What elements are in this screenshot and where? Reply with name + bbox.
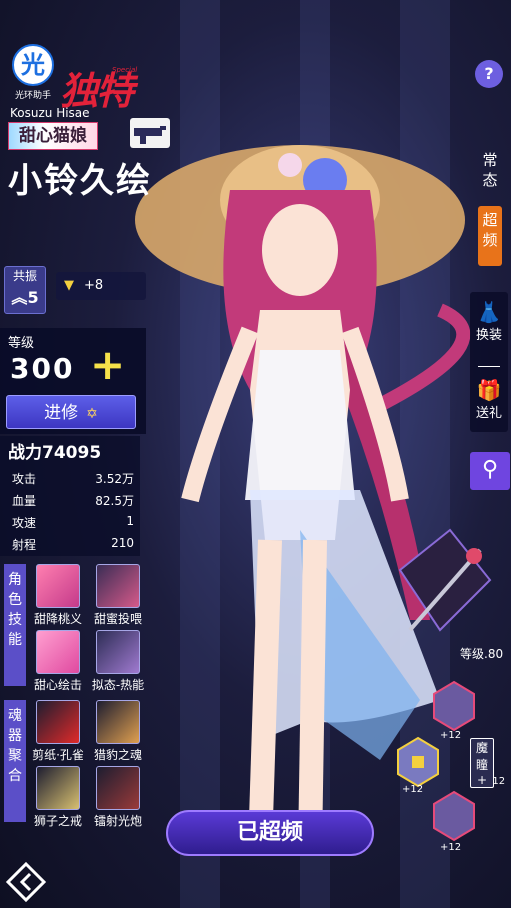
super-frequency-button[interactable]: 已超频	[166, 810, 374, 856]
skill-icon-1[interactable]	[36, 564, 80, 608]
gift-button[interactable]: 🎁 送礼	[470, 378, 508, 421]
skill-label: 拟态-热能	[91, 678, 145, 692]
stat-row: 攻击 3.52万	[12, 470, 134, 487]
search-button[interactable]: ⚲	[470, 452, 510, 490]
soul-icon-2[interactable]	[96, 700, 140, 744]
level-value: 300	[10, 352, 75, 385]
resonance-label: 共振	[12, 269, 37, 283]
soul-label: 剪纸·孔雀	[32, 748, 84, 762]
level-up-button[interactable]: +	[90, 340, 125, 389]
demon-eye-text: 魔瞳	[475, 741, 488, 772]
stat-label: 攻速	[12, 516, 37, 530]
soul-label: 猎豹之魂	[93, 748, 142, 762]
advance-button[interactable]: 进修 ✡	[6, 395, 136, 429]
soul-label: 镭射光炮	[93, 814, 142, 828]
soul-slot-1[interactable]	[432, 680, 476, 732]
stat-row: 攻速 1	[12, 514, 134, 531]
soul-plus-label: +12	[440, 730, 462, 741]
gift-icon: 🎁	[476, 378, 502, 402]
dress-button[interactable]: 👗 换装	[470, 300, 508, 343]
stat-value: 82.5万	[95, 494, 134, 508]
stat-row: 血量 82.5万	[12, 492, 134, 509]
skill-label: 甜心绘击	[33, 678, 82, 692]
gun-icon	[130, 118, 170, 148]
character-name: 小铃久绘	[8, 161, 152, 201]
back-icon[interactable]	[4, 860, 48, 904]
stat-label: 血量	[12, 494, 37, 508]
soul-icon-1[interactable]	[36, 700, 80, 744]
soul-label: 狮子之戒	[33, 814, 82, 828]
level-label: 等级	[8, 336, 35, 351]
stat-label: 射程	[12, 538, 37, 552]
stat-row: 射程 210	[12, 536, 134, 553]
dress-label: 换装	[475, 328, 502, 343]
stat-label: 攻击	[12, 472, 37, 486]
weapon-icon[interactable]	[390, 520, 498, 648]
skill-icon-3[interactable]	[36, 630, 80, 674]
weapon-level: 等级.80	[460, 647, 504, 661]
combat-power: 战力74095	[8, 443, 102, 463]
logo-text: 光环助手	[14, 91, 51, 101]
star-icon: ✡	[86, 406, 98, 422]
skill-label: 甜蜜投喂	[93, 612, 142, 626]
logo-icon: 光	[12, 44, 54, 86]
demon-eye-plus: +	[476, 773, 488, 787]
soul-slot-3[interactable]	[432, 790, 476, 842]
skill-label: 甜降桃义	[33, 612, 82, 626]
gift-label: 送礼	[475, 406, 502, 421]
soul-icon-4[interactable]	[96, 766, 140, 810]
search-icon: ⚲	[481, 457, 499, 482]
advance-label: 进修	[44, 403, 79, 423]
resonance-button[interactable]: 共振 ︽5	[4, 266, 46, 314]
skill-icon-2[interactable]	[96, 564, 140, 608]
help-button[interactable]: ?	[475, 60, 503, 88]
resonance-bonus-value: +8	[84, 278, 104, 293]
stat-value: 210	[111, 536, 134, 550]
skill-icon-4[interactable]	[96, 630, 140, 674]
souls-tag: 魂器聚合	[4, 700, 26, 822]
tab-normal[interactable]: 常态	[478, 146, 502, 194]
character-english-name: Kosuzu Hisae	[10, 106, 90, 120]
skills-tag: 角色技能	[4, 564, 26, 686]
special-rarity-sup: Special	[112, 66, 138, 74]
soul-plus-label: +12	[440, 842, 462, 853]
dress-icon: 👗	[476, 300, 502, 324]
chevron-up-icon: ︽	[11, 288, 28, 307]
soul-icon-3[interactable]	[36, 766, 80, 810]
resonance-value: 5	[27, 288, 39, 307]
divider	[478, 366, 500, 367]
soul-plus-label: +12	[402, 784, 424, 795]
soul-slot-2[interactable]	[396, 736, 440, 788]
resonance-bonus: ▼ +8	[56, 272, 146, 300]
demon-eye-label[interactable]: 魔瞳 +	[470, 738, 494, 788]
stat-value: 3.52万	[95, 472, 134, 486]
character-title: 甜心猫娘	[8, 122, 98, 150]
triangle-icon: ▼	[64, 278, 74, 293]
app-logo: 光 光环助手	[4, 44, 62, 101]
tab-super[interactable]: 超频	[478, 206, 502, 266]
stat-value: 1	[126, 514, 134, 528]
